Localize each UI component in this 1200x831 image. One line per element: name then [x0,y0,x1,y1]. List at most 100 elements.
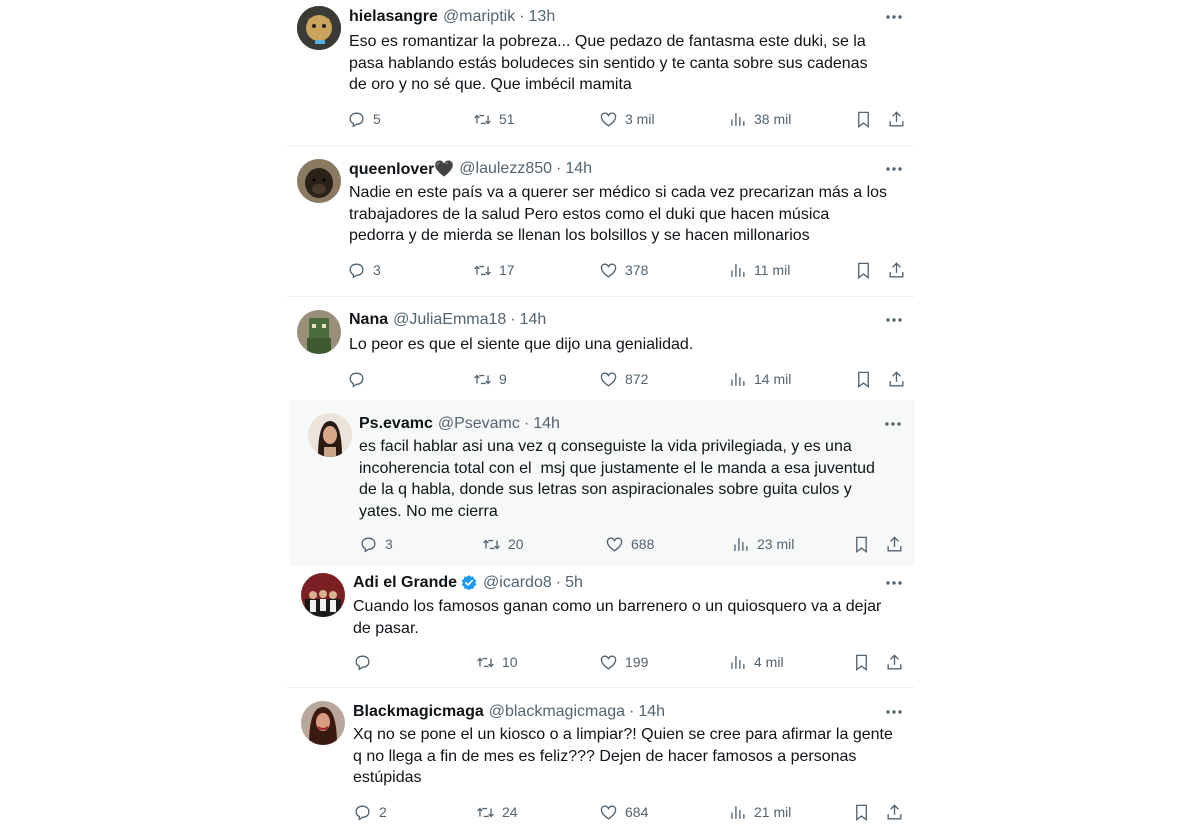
tweet[interactable]: hielasangre @mariptik · 13h Eso es roman… [287,0,915,146]
like-icon [600,804,617,820]
like-count: 199 [625,654,649,670]
views-button[interactable]: 21 mil [728,801,791,823]
avatar[interactable] [297,6,341,50]
user-handle[interactable]: @mariptik [443,8,515,26]
display-name[interactable]: Ps.evamc [359,415,433,433]
user-handle[interactable]: @icardo8 [483,574,552,592]
timestamp[interactable]: 5h [565,574,583,592]
action-bar: 9 872 14 mil [347,368,907,390]
reply-feed: hielasangre @mariptik · 13h Eso es roman… [0,0,1200,831]
separator-dot: · [629,703,635,720]
reply-button[interactable] [347,368,373,390]
views-button[interactable]: 14 mil [728,368,791,390]
reply-button[interactable]: 2 [353,801,387,823]
like-button[interactable]: 688 [605,533,654,555]
share-icon [886,653,902,670]
more-icon[interactable] [884,310,904,330]
tweet-text: Nadie en este país va a querer ser médic… [349,184,888,244]
more-icon[interactable] [884,7,904,27]
like-icon [600,371,617,387]
reply-count: 5 [373,111,381,127]
views-button[interactable]: 11 mil [728,259,790,281]
user-handle[interactable]: @laulezz850 [459,160,552,178]
share-button[interactable] [885,108,907,130]
display-name[interactable]: queenlover🖤 [349,159,454,179]
like-button[interactable]: 684 [599,801,648,823]
views-icon [731,112,745,126]
like-count: 872 [625,371,649,387]
avatar[interactable] [297,159,341,203]
timestamp[interactable]: 13h [529,8,556,26]
views-button[interactable]: 38 mil [728,108,791,130]
retweet-button[interactable]: 24 [476,801,518,823]
reply-button[interactable]: 5 [347,108,381,130]
share-button[interactable] [883,801,905,823]
retweet-icon [477,807,494,817]
share-button[interactable] [885,368,907,390]
more-icon[interactable] [884,573,904,593]
share-button[interactable] [883,533,905,555]
display-name[interactable]: hielasangre [349,8,438,26]
like-count: 688 [631,536,655,552]
tweet[interactable]: Blackmagicmaga @blackmagicmaga · 14h Xq … [287,688,915,831]
user-handle[interactable]: @JuliaEmma18 [393,311,506,329]
avatar[interactable] [308,413,352,457]
bookmark-button[interactable] [852,259,874,281]
tweet-highlighted[interactable]: Ps.evamc @Psevamc · 14h es facil hablar … [290,400,915,566]
tweet[interactable]: Nana @JuliaEmma18 · 14h Lo peor es que e… [287,297,915,399]
bookmark-button[interactable] [852,108,874,130]
retweet-button[interactable]: 17 [473,259,515,281]
tweet-header: queenlover🖤 @laulezz850 · 14h [349,159,592,179]
timestamp[interactable]: 14h [520,311,547,329]
retweet-icon [483,539,500,549]
retweet-button[interactable]: 10 [476,651,518,673]
tweet-text: es facil hablar asi una vez q conseguist… [359,438,875,520]
avatar[interactable] [301,573,345,617]
retweet-count: 17 [499,262,515,278]
share-button[interactable] [885,259,907,281]
retweet-button[interactable]: 51 [473,108,515,130]
views-button[interactable]: 4 mil [728,651,784,673]
timestamp[interactable]: 14h [533,415,560,433]
reply-button[interactable] [353,651,379,673]
like-icon [600,262,617,278]
display-name[interactable]: Adi el Grande [353,574,457,592]
like-button[interactable]: 199 [599,651,648,673]
more-icon[interactable] [884,702,904,722]
reply-button[interactable]: 3 [347,259,381,281]
display-name[interactable]: Blackmagicmaga [353,703,484,721]
bookmark-button[interactable] [850,801,872,823]
like-icon [600,654,617,670]
share-icon [888,261,904,278]
tweet-header: Adi el Grande @icardo8 · 5h [353,573,583,593]
avatar[interactable] [301,701,345,745]
more-icon[interactable] [883,414,903,434]
user-handle[interactable]: @blackmagicmaga [489,703,625,721]
views-count: 38 mil [754,111,792,127]
views-button[interactable]: 23 mil [731,533,794,555]
bookmark-button[interactable] [852,368,874,390]
retweet-button[interactable]: 9 [473,368,507,390]
user-handle[interactable]: @Psevamc [438,415,520,433]
bookmark-icon [855,654,867,671]
tweet[interactable]: queenlover🖤 @laulezz850 · 14h Nadie en e… [287,147,915,296]
avatar[interactable] [297,310,341,354]
like-button[interactable]: 872 [599,368,648,390]
reply-icon [361,536,376,552]
like-button[interactable]: 378 [599,259,648,281]
retweet-button[interactable]: 20 [482,533,524,555]
timestamp[interactable]: 14h [638,703,665,721]
more-icon[interactable] [884,159,904,179]
like-button[interactable]: 3 mil [599,108,655,130]
timestamp[interactable]: 14h [565,160,592,178]
reply-button[interactable]: 3 [359,533,393,555]
bookmark-button[interactable] [850,533,872,555]
bookmark-icon [857,262,869,279]
bookmark-button[interactable] [850,651,872,673]
share-button[interactable] [883,651,905,673]
tweet-text: Xq no se pone el un kiosco o a limpiar?!… [353,726,893,786]
like-count: 378 [625,262,649,278]
retweet-count: 10 [502,654,518,670]
tweet[interactable]: Adi el Grande @icardo8 · 5h Cuando los f… [287,567,915,687]
display-name[interactable]: Nana [349,311,388,329]
